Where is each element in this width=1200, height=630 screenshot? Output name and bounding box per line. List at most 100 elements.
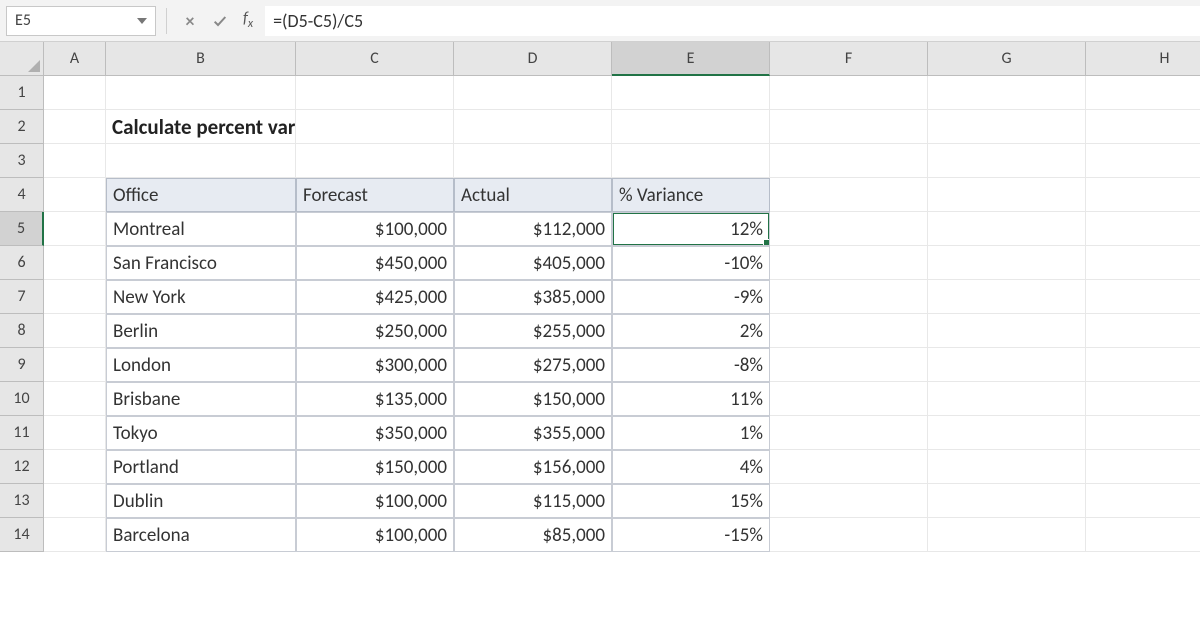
cell-H9[interactable] bbox=[1086, 348, 1200, 382]
cell-A3[interactable] bbox=[44, 144, 106, 178]
cell-C1[interactable] bbox=[296, 76, 454, 110]
data-office-8[interactable]: Dublin bbox=[106, 484, 296, 518]
col-head-B[interactable]: B bbox=[106, 42, 296, 76]
cell-H3[interactable] bbox=[1086, 144, 1200, 178]
cell-H8[interactable] bbox=[1086, 314, 1200, 348]
cell-H6[interactable] bbox=[1086, 246, 1200, 280]
data-variance-5[interactable]: 11% bbox=[612, 382, 770, 416]
data-forecast-5[interactable]: $135,000 bbox=[296, 382, 454, 416]
data-actual-0[interactable]: $112,000 bbox=[454, 212, 612, 246]
data-variance-9[interactable]: -15% bbox=[612, 518, 770, 552]
data-office-0[interactable]: Montreal bbox=[106, 212, 296, 246]
row-head-4[interactable]: 4 bbox=[0, 178, 44, 212]
row-head-5[interactable]: 5 bbox=[0, 212, 44, 246]
data-actual-8[interactable]: $115,000 bbox=[454, 484, 612, 518]
cell-F11[interactable] bbox=[770, 416, 928, 450]
cancel-icon[interactable]: × bbox=[177, 8, 203, 34]
cell-H4[interactable] bbox=[1086, 178, 1200, 212]
row-head-11[interactable]: 11 bbox=[0, 416, 44, 450]
header-actual[interactable]: Actual bbox=[454, 178, 612, 212]
formula-input[interactable] bbox=[265, 6, 1200, 36]
data-office-7[interactable]: Portland bbox=[106, 450, 296, 484]
data-actual-1[interactable]: $405,000 bbox=[454, 246, 612, 280]
cell-C2[interactable] bbox=[296, 110, 454, 144]
row-head-9[interactable]: 9 bbox=[0, 348, 44, 382]
cell-H12[interactable] bbox=[1086, 450, 1200, 484]
data-office-9[interactable]: Barcelona bbox=[106, 518, 296, 552]
cell-F2[interactable] bbox=[770, 110, 928, 144]
data-forecast-4[interactable]: $300,000 bbox=[296, 348, 454, 382]
cell-F6[interactable] bbox=[770, 246, 928, 280]
data-variance-6[interactable]: 1% bbox=[612, 416, 770, 450]
cell-A6[interactable] bbox=[44, 246, 106, 280]
cell-H14[interactable] bbox=[1086, 518, 1200, 552]
data-actual-5[interactable]: $150,000 bbox=[454, 382, 612, 416]
cell-H5[interactable] bbox=[1086, 212, 1200, 246]
data-forecast-1[interactable]: $450,000 bbox=[296, 246, 454, 280]
header-office[interactable]: Office bbox=[106, 178, 296, 212]
cell-D3[interactable] bbox=[454, 144, 612, 178]
cell-G6[interactable] bbox=[928, 246, 1086, 280]
header-variance[interactable]: % Variance bbox=[612, 178, 770, 212]
cell-A4[interactable] bbox=[44, 178, 106, 212]
data-office-3[interactable]: Berlin bbox=[106, 314, 296, 348]
row-head-7[interactable]: 7 bbox=[0, 280, 44, 314]
cell-A14[interactable] bbox=[44, 518, 106, 552]
cell-G3[interactable] bbox=[928, 144, 1086, 178]
row-head-2[interactable]: 2 bbox=[0, 110, 44, 144]
col-head-H[interactable]: H bbox=[1086, 42, 1200, 76]
data-office-4[interactable]: London bbox=[106, 348, 296, 382]
data-actual-3[interactable]: $255,000 bbox=[454, 314, 612, 348]
data-actual-6[interactable]: $355,000 bbox=[454, 416, 612, 450]
cell-A10[interactable] bbox=[44, 382, 106, 416]
cell-G11[interactable] bbox=[928, 416, 1086, 450]
data-office-1[interactable]: San Francisco bbox=[106, 246, 296, 280]
active-cell[interactable]: 12% bbox=[612, 212, 770, 246]
cell-D2[interactable] bbox=[454, 110, 612, 144]
cell-A13[interactable] bbox=[44, 484, 106, 518]
data-forecast-3[interactable]: $250,000 bbox=[296, 314, 454, 348]
cell-A1[interactable] bbox=[44, 76, 106, 110]
data-variance-2[interactable]: -9% bbox=[612, 280, 770, 314]
cell-B1[interactable] bbox=[106, 76, 296, 110]
cell-G5[interactable] bbox=[928, 212, 1086, 246]
cell-F8[interactable] bbox=[770, 314, 928, 348]
cell-F14[interactable] bbox=[770, 518, 928, 552]
row-head-13[interactable]: 13 bbox=[0, 484, 44, 518]
cell-A9[interactable] bbox=[44, 348, 106, 382]
cell-A2[interactable] bbox=[44, 110, 106, 144]
cell-F1[interactable] bbox=[770, 76, 928, 110]
cell-F10[interactable] bbox=[770, 382, 928, 416]
cell-G4[interactable] bbox=[928, 178, 1086, 212]
cell-F9[interactable] bbox=[770, 348, 928, 382]
data-forecast-0[interactable]: $100,000 bbox=[296, 212, 454, 246]
cell-D1[interactable] bbox=[454, 76, 612, 110]
cell-G7[interactable] bbox=[928, 280, 1086, 314]
row-head-3[interactable]: 3 bbox=[0, 144, 44, 178]
spreadsheet-grid[interactable]: ABCDEFGH12Calculate percent variance34Of… bbox=[0, 42, 1200, 552]
cell-A5[interactable] bbox=[44, 212, 106, 246]
col-head-D[interactable]: D bbox=[454, 42, 612, 76]
data-forecast-6[interactable]: $350,000 bbox=[296, 416, 454, 450]
cell-G1[interactable] bbox=[928, 76, 1086, 110]
data-office-2[interactable]: New York bbox=[106, 280, 296, 314]
data-forecast-7[interactable]: $150,000 bbox=[296, 450, 454, 484]
cell-E1[interactable] bbox=[612, 76, 770, 110]
cell-F7[interactable] bbox=[770, 280, 928, 314]
col-head-C[interactable]: C bbox=[296, 42, 454, 76]
cell-F5[interactable] bbox=[770, 212, 928, 246]
cell-G12[interactable] bbox=[928, 450, 1086, 484]
col-head-F[interactable]: F bbox=[770, 42, 928, 76]
chevron-down-icon[interactable] bbox=[137, 18, 147, 24]
cell-H10[interactable] bbox=[1086, 382, 1200, 416]
cell-E3[interactable] bbox=[612, 144, 770, 178]
cell-C3[interactable] bbox=[296, 144, 454, 178]
data-variance-8[interactable]: 15% bbox=[612, 484, 770, 518]
cell-H1[interactable] bbox=[1086, 76, 1200, 110]
col-head-A[interactable]: A bbox=[44, 42, 106, 76]
data-variance-3[interactable]: 2% bbox=[612, 314, 770, 348]
data-office-6[interactable]: Tokyo bbox=[106, 416, 296, 450]
data-actual-4[interactable]: $275,000 bbox=[454, 348, 612, 382]
data-variance-7[interactable]: 4% bbox=[612, 450, 770, 484]
select-all-corner[interactable] bbox=[0, 42, 44, 76]
